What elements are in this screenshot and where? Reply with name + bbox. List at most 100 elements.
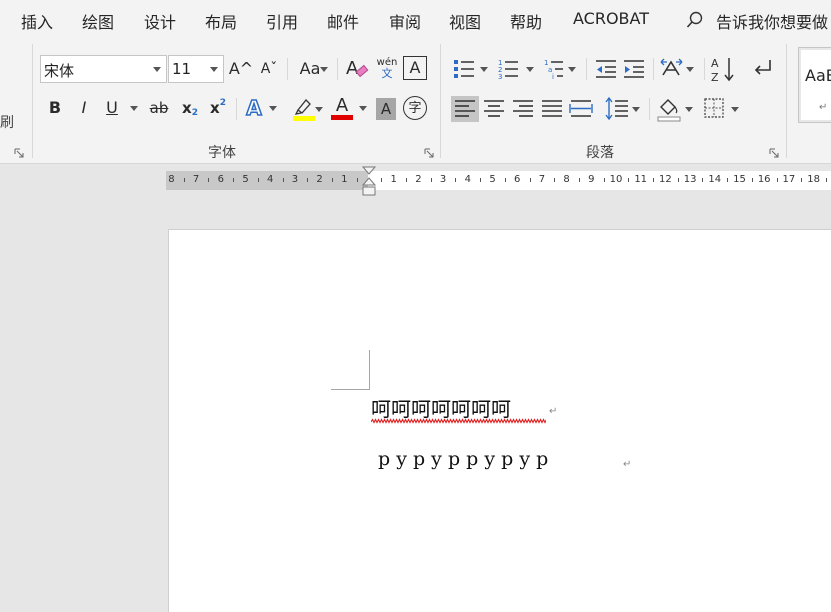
ruler-tick bbox=[603, 178, 605, 182]
strikethrough-button[interactable]: ab bbox=[146, 96, 172, 120]
tab-references[interactable]: 引用 bbox=[266, 9, 298, 33]
align-left-button[interactable] bbox=[451, 96, 479, 122]
font-name-combo[interactable]: 宋体 bbox=[40, 55, 167, 83]
phonetic-top: wén bbox=[376, 56, 398, 68]
group-separator bbox=[786, 44, 787, 158]
svg-text:A: A bbox=[346, 58, 359, 79]
sort-button[interactable]: A Z bbox=[710, 55, 736, 83]
chevron-down-icon bbox=[359, 106, 367, 111]
font-size-combo[interactable]: 11 bbox=[168, 55, 224, 83]
ribbon-tab-bar: 插入 绘图 设计 布局 引用 邮件 审阅 视图 帮助 ACROBAT 告诉我你想… bbox=[0, 0, 831, 40]
style-gallery-normal[interactable]: AaB ↵ bbox=[798, 47, 831, 123]
ruler-tick bbox=[702, 178, 704, 182]
superscript-button[interactable]: x 2 bbox=[206, 96, 230, 120]
document-page[interactable]: 呵呵呵呵呵呵呵 ↵ p y p y p p y p y p ↵ bbox=[168, 229, 831, 612]
italic-icon: I bbox=[81, 98, 87, 117]
decrease-indent-icon bbox=[596, 60, 616, 78]
tab-review[interactable]: 审阅 bbox=[389, 9, 421, 33]
grow-font-button[interactable]: A^ bbox=[229, 57, 253, 81]
paragraph-mark-icon: ↵ bbox=[819, 102, 828, 113]
indent-marker-icon[interactable] bbox=[362, 166, 376, 200]
ruler-number: 6 bbox=[514, 174, 521, 185]
tab-mailings[interactable]: 邮件 bbox=[327, 9, 359, 33]
tab-insert[interactable]: 插入 bbox=[21, 9, 53, 33]
multilevel-list-button[interactable]: 1ai bbox=[543, 57, 579, 81]
document-line-2[interactable]: p y p y p p y p y p bbox=[378, 448, 548, 470]
italic-button[interactable]: I bbox=[73, 96, 95, 120]
ruler-number: 4 bbox=[267, 174, 274, 185]
ruler-tick bbox=[480, 178, 482, 182]
ruler-tick bbox=[554, 178, 556, 182]
separator bbox=[586, 58, 587, 80]
character-border-icon: A bbox=[409, 58, 421, 77]
ruler-number: 3 bbox=[439, 174, 447, 185]
separator bbox=[287, 58, 288, 80]
chevron-down-icon bbox=[269, 106, 277, 111]
decrease-indent-button[interactable] bbox=[594, 57, 618, 81]
highlight-swatch bbox=[293, 116, 315, 121]
increase-indent-button[interactable] bbox=[622, 57, 646, 81]
group-separator bbox=[32, 44, 33, 158]
ruler-number: 5 bbox=[242, 174, 249, 185]
justify-icon bbox=[542, 100, 562, 117]
align-right-icon bbox=[513, 100, 533, 117]
borders-button[interactable] bbox=[702, 95, 742, 123]
ruler-number: 8 bbox=[563, 174, 570, 185]
svg-text:Z: Z bbox=[711, 71, 719, 83]
distributed-button[interactable] bbox=[567, 96, 595, 122]
text-direction-button[interactable] bbox=[660, 57, 698, 81]
show-hide-marks-button[interactable] bbox=[750, 57, 774, 81]
paragraph-launcher-icon[interactable] bbox=[769, 148, 779, 158]
numbering-icon: 123 bbox=[498, 59, 534, 81]
ruler-tick bbox=[653, 178, 655, 182]
underline-button[interactable]: U bbox=[100, 96, 138, 120]
text-effects-icon: A bbox=[245, 96, 262, 120]
character-shading-icon: A bbox=[380, 99, 392, 118]
tab-acrobat[interactable]: ACROBAT bbox=[573, 9, 649, 28]
shrink-font-button[interactable]: Aˇ bbox=[258, 57, 280, 81]
tell-me-search[interactable]: 告诉我你想要做 bbox=[716, 9, 828, 33]
tab-layout[interactable]: 布局 bbox=[205, 9, 237, 33]
bullets-button[interactable] bbox=[452, 57, 492, 81]
clear-formatting-icon[interactable]: A bbox=[344, 55, 370, 81]
font-launcher-icon[interactable] bbox=[424, 148, 434, 158]
ruler-number: 1 bbox=[341, 174, 348, 185]
ruler-number: 14 bbox=[708, 174, 722, 185]
ruler-tick bbox=[801, 178, 803, 182]
ruler-tick bbox=[406, 178, 408, 182]
format-painter-label[interactable]: 刷 bbox=[0, 112, 14, 132]
subscript-button[interactable]: x 2 bbox=[178, 96, 202, 120]
ruler-tick bbox=[183, 178, 185, 182]
font-color-button[interactable]: A bbox=[329, 95, 371, 122]
character-shading-button[interactable]: A bbox=[376, 98, 396, 120]
tab-view[interactable]: 视图 bbox=[449, 9, 481, 33]
text-effects-button[interactable]: A bbox=[242, 96, 278, 120]
bold-button[interactable]: B bbox=[44, 96, 66, 120]
align-center-button[interactable] bbox=[480, 96, 508, 122]
shading-button[interactable] bbox=[656, 95, 696, 123]
justify-button[interactable] bbox=[538, 96, 566, 122]
tab-design[interactable]: 设计 bbox=[144, 9, 176, 33]
phonetic-guide-button[interactable]: wén 文 bbox=[375, 53, 399, 83]
change-case-button[interactable]: Aa bbox=[294, 57, 328, 81]
highlight-color-button[interactable] bbox=[284, 96, 324, 122]
separator bbox=[236, 98, 237, 120]
horizontal-ruler[interactable]: 8 7 6 5 4 3 2 1 1 2 3 4 5 6 7 8 9 10 11 12 13 14 15 16 17 18 bbox=[0, 164, 831, 228]
enclose-characters-button[interactable]: 字 bbox=[403, 96, 427, 120]
align-right-button[interactable] bbox=[509, 96, 537, 122]
line-spacing-button[interactable] bbox=[604, 96, 642, 122]
ruler-tick bbox=[529, 178, 531, 182]
paint-bucket-icon bbox=[657, 99, 693, 122]
ribbon-home: 刷 宋体 11 A^ Aˇ Aa A wén 文 A B I U ab x 2 … bbox=[0, 40, 831, 164]
ruler-tick bbox=[233, 178, 235, 182]
numbering-button[interactable]: 123 bbox=[497, 57, 539, 81]
character-border-button[interactable]: A bbox=[403, 56, 427, 80]
ruler-number: 7 bbox=[192, 174, 200, 185]
clipboard-launcher-icon[interactable] bbox=[14, 148, 24, 158]
lightbulb-search-icon[interactable] bbox=[686, 11, 704, 29]
tab-draw[interactable]: 绘图 bbox=[82, 9, 114, 33]
tab-help[interactable]: 帮助 bbox=[510, 9, 542, 33]
spelling-squiggle bbox=[371, 418, 546, 424]
ruler-number: 18 bbox=[807, 174, 820, 185]
ruler-number: 1 bbox=[390, 174, 397, 185]
